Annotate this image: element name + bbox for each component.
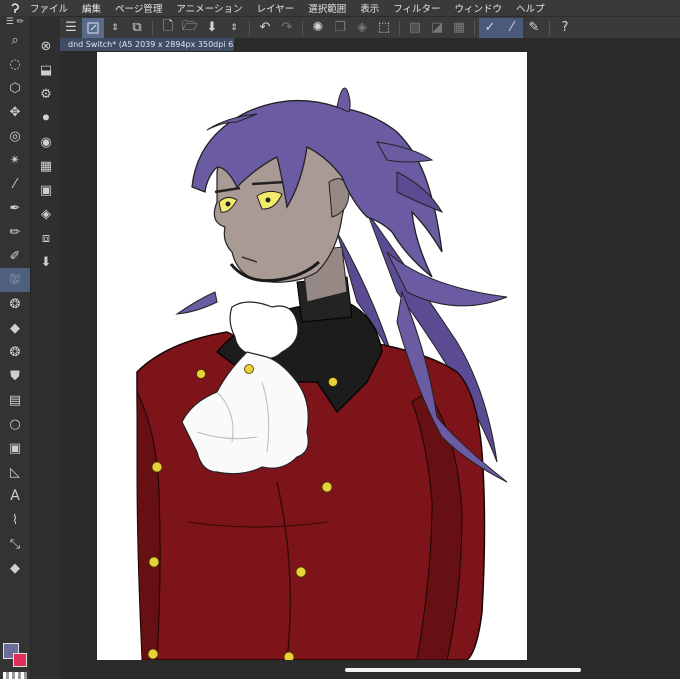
layer-icon[interactable]: ◈ — [31, 202, 61, 226]
auto-select-icon[interactable]: ✴ — [0, 148, 30, 172]
tool-property-icon[interactable]: ⚙ — [31, 82, 61, 106]
menu-filter[interactable]: フィルター — [393, 1, 440, 15]
copy-icon[interactable]: ❐ — [329, 18, 351, 38]
new-file-icon[interactable]: 🗋 — [157, 18, 179, 38]
menu-bar: ファイル 編集 ページ管理 アニメーション レイヤー 選択範囲 表示 フィルター… — [0, 0, 680, 16]
pencil-icon[interactable]: ✏ — [0, 220, 30, 244]
pen-pressure-icon[interactable]: ✎ — [523, 18, 545, 38]
color-set-icon[interactable]: ▦ — [31, 154, 61, 178]
move-icon[interactable]: ◌ — [0, 52, 30, 76]
tab-label: dnd Switch* (A5 2039 x 2894px 350dpi 62.… — [68, 40, 234, 49]
menu-file[interactable]: ファイル — [30, 1, 68, 15]
stabilizer-brush-icon[interactable]: ⁄ — [501, 17, 523, 38]
menu-edit[interactable]: 編集 — [82, 1, 101, 15]
divider — [474, 19, 475, 36]
move-layer-icon[interactable]: ✥ — [0, 100, 30, 124]
drawing-canvas[interactable] — [97, 52, 527, 660]
pen-icon[interactable]: ✒ — [0, 196, 30, 220]
sub-tool-icon[interactable]: ⬓ — [31, 58, 61, 82]
frame-icon[interactable]: ▣ — [0, 436, 30, 460]
sub-tool-palette: ⊗ ⬓ ⚙ ⚫ ◉ ▦ ▣ ◈ ⧈ ⬇ — [30, 16, 60, 679]
brush-icon[interactable]: ✐ — [0, 244, 30, 268]
updown-stepper-2-icon[interactable]: ⇕ — [223, 18, 245, 38]
hamburger-menu-icon[interactable]: ☰ — [60, 18, 82, 38]
updown-stepper-icon[interactable]: ⇕ — [104, 18, 126, 38]
correct-line-icon[interactable]: ⤡ — [0, 532, 30, 556]
document-tab[interactable]: dnd Switch* (A5 2039 x 2894px 350dpi 62.… — [60, 38, 234, 51]
home-indicator[interactable] — [345, 668, 581, 672]
menu-window[interactable]: ウィンドウ — [455, 1, 503, 15]
figure-icon[interactable]: ○ — [0, 412, 30, 436]
divider — [249, 19, 250, 36]
edit-mode-icon[interactable] — [82, 17, 104, 38]
lasso-select-icon[interactable]: ◎ — [0, 124, 30, 148]
snap-off-icon[interactable]: ▨ — [404, 18, 426, 38]
loading-icon[interactable]: ✺ — [307, 18, 329, 38]
palette-menu-icon[interactable]: ☰ ✏ — [0, 16, 30, 28]
transparent-color-swatch[interactable] — [3, 672, 27, 679]
open-folder-icon[interactable]: 🗁 — [179, 18, 201, 38]
undo-icon[interactable]: ↶ — [254, 18, 276, 38]
command-bar: ☰ ⇕ ⧉ 🗋 🗁 ⬇ ⇕ ↶ ↷ ✺ ❐ ◈ ⬚ ▨ ◪ ▦ ✓ ⁄ ✎ ? — [60, 16, 680, 38]
divider — [302, 19, 303, 36]
stabilizer-pen-icon[interactable]: ✓ — [479, 17, 501, 38]
eraser-icon[interactable]: ◆ — [0, 316, 30, 340]
sub-color-swatch[interactable] — [13, 653, 27, 667]
snap-ruler-icon[interactable]: ◪ — [426, 18, 448, 38]
intermediate-color-icon[interactable]: ▣ — [31, 178, 61, 202]
airbrush-icon[interactable]: ⛆ — [0, 268, 30, 292]
redo-icon[interactable]: ↷ — [276, 18, 298, 38]
divider — [399, 19, 400, 36]
balloon-icon[interactable]: ⌇ — [0, 508, 30, 532]
divider — [549, 19, 550, 36]
menu-selection[interactable]: 選択範囲 — [308, 1, 346, 15]
menu-view[interactable]: 表示 — [360, 1, 379, 15]
zoom-icon[interactable]: ⌕ — [0, 28, 30, 52]
transform-icon[interactable]: ⬚ — [373, 18, 395, 38]
snap-grid-icon[interactable]: ▦ — [448, 18, 470, 38]
operation-icon[interactable]: ⬡ — [0, 76, 30, 100]
fill-selection-icon[interactable]: ◈ — [351, 18, 373, 38]
app-logo-icon[interactable] — [0, 0, 30, 16]
tool-palette: ☰ ✏ ⌕ ◌ ⬡ ✥ ◎ ✴ ⁄ ✒ ✏ ✐ ⛆ ❂ ◆ ❂ ⛊ ▤ ○ ▣ … — [0, 16, 30, 679]
canvas-icon[interactable]: ⧉ — [126, 18, 148, 38]
blend-icon[interactable]: ❂ — [0, 340, 30, 364]
eyedropper-icon[interactable]: ⁄ — [0, 172, 30, 196]
save-icon[interactable]: ⬇ — [201, 18, 223, 38]
menu-help[interactable]: ヘルプ — [516, 1, 545, 15]
menu-animation[interactable]: アニメーション — [176, 1, 242, 15]
layer-property-icon[interactable]: ⧈ — [31, 226, 61, 250]
gradient-icon[interactable]: ▤ — [0, 388, 30, 412]
text-icon[interactable]: A — [0, 484, 30, 508]
fill-icon[interactable]: ⛊ — [0, 364, 30, 388]
help-icon[interactable]: ? — [554, 18, 576, 38]
color-wheel-icon[interactable]: ◉ — [31, 130, 61, 154]
menu-page-management[interactable]: ページ管理 — [115, 1, 162, 15]
eraser-2-icon[interactable]: ◆ — [0, 556, 30, 580]
menu-layer[interactable]: レイヤー — [256, 1, 294, 15]
canvas-nav-icon[interactable]: ⊗ — [31, 34, 61, 58]
character-illustration — [136, 87, 508, 660]
material-icon[interactable]: ⬇ — [31, 250, 61, 274]
brush-size-icon[interactable]: ⚫ — [31, 106, 61, 130]
divider — [152, 19, 153, 36]
ruler-icon[interactable]: ◺ — [0, 460, 30, 484]
decoration-icon[interactable]: ❂ — [0, 292, 30, 316]
